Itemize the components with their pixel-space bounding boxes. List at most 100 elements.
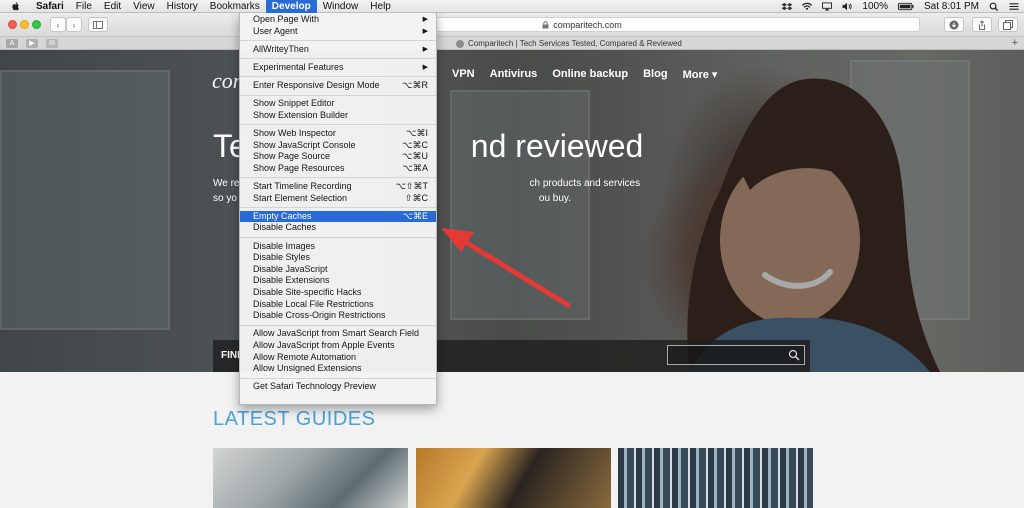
- site-nav: VPN Antivirus Online backup Blog More ▾: [452, 68, 732, 81]
- menu-item-allow-remote-automation[interactable]: Allow Remote Automation: [240, 352, 436, 364]
- menu-item-label: Disable Site-specific Hacks: [253, 287, 362, 298]
- menu-bookmarks[interactable]: Bookmarks: [204, 0, 266, 13]
- menu-item-allwriteythen[interactable]: AllWriteyThen ▶: [240, 44, 436, 56]
- sidebar-toggle-button[interactable]: [88, 17, 108, 32]
- menu-separator: [240, 377, 436, 379]
- menu-help[interactable]: Help: [364, 0, 397, 13]
- battery-icon[interactable]: [897, 2, 915, 11]
- menu-shortcut: ⇧⌘C: [404, 192, 428, 203]
- menu-separator: [240, 94, 436, 96]
- nav-online-backup[interactable]: Online backup: [552, 68, 628, 81]
- subtext-1-left: We re: [213, 178, 240, 189]
- tab-bar: A ▶ ✉ Comparitech | Tech Services Tested…: [0, 37, 1024, 50]
- menu-item-disable-javascript[interactable]: Disable JavaScript: [240, 264, 436, 276]
- menu-file[interactable]: File: [70, 0, 98, 13]
- menu-item-show-web-inspector[interactable]: Show Web Inspector ⌥⌘I: [240, 128, 436, 140]
- menu-item-get-safari-technology-preview[interactable]: Get Safari Technology Preview: [240, 381, 436, 393]
- menu-separator: [240, 39, 436, 41]
- menu-item-show-snippet-editor[interactable]: Show Snippet Editor: [240, 98, 436, 110]
- zoom-window-button[interactable]: [32, 20, 41, 29]
- site-search-input[interactable]: [667, 345, 805, 365]
- airplay-icon[interactable]: [821, 1, 833, 11]
- spotlight-search-icon[interactable]: [988, 2, 1000, 11]
- menu-item-label: Show Snippet Editor: [253, 98, 335, 109]
- menu-item-experimental-features[interactable]: Experimental Features ▶: [240, 62, 436, 74]
- menu-separator: [240, 124, 436, 126]
- menu-item-label: AllWriteyThen: [253, 43, 309, 54]
- menu-edit[interactable]: Edit: [98, 0, 127, 13]
- menu-shortcut: ⌥⇧⌘T: [395, 181, 428, 192]
- volume-icon[interactable]: [841, 2, 853, 11]
- menu-shortcut: ⌥⌘I: [406, 128, 428, 139]
- share-button[interactable]: [972, 17, 992, 32]
- active-tab[interactable]: Comparitech | Tech Services Tested, Comp…: [456, 37, 682, 50]
- guide-thumbnail[interactable]: [416, 448, 611, 508]
- menu-item-label: Disable Caches: [253, 222, 317, 233]
- headline-right: nd reviewed: [470, 128, 644, 164]
- menu-item-allow-javascript-from-smart-search-field[interactable]: Allow JavaScript from Smart Search Field: [240, 328, 436, 340]
- apple-logo-icon[interactable]: [10, 1, 22, 12]
- chevron-right-icon: ›: [72, 19, 76, 30]
- menu-clock[interactable]: Sat 8:01 PM: [919, 1, 984, 12]
- menu-item-disable-site-specific-hacks[interactable]: Disable Site-specific Hacks: [240, 287, 436, 299]
- menu-item-show-page-resources[interactable]: Show Page Resources ⌥⌘A: [240, 163, 436, 175]
- nav-antivirus[interactable]: Antivirus: [490, 68, 538, 81]
- menu-item-label: User Agent: [253, 25, 298, 36]
- menu-item-user-agent[interactable]: User Agent ▶: [240, 26, 436, 38]
- menu-item-empty-caches[interactable]: Empty Caches ⌥⌘E: [240, 210, 436, 223]
- sidebar-icon: [93, 20, 103, 29]
- menu-item-label: Enter Responsive Design Mode: [253, 80, 380, 91]
- menu-item-show-page-source[interactable]: Show Page Source ⌥⌘U: [240, 151, 436, 163]
- nav-vpn[interactable]: VPN: [452, 68, 475, 81]
- new-tab-button[interactable]: +: [1012, 37, 1018, 50]
- notification-center-icon[interactable]: [1008, 2, 1020, 11]
- menu-safari[interactable]: Safari: [30, 0, 70, 13]
- back-button[interactable]: ‹: [50, 17, 66, 32]
- menu-item-disable-caches[interactable]: Disable Caches: [240, 222, 436, 234]
- menu-item-disable-styles[interactable]: Disable Styles: [240, 252, 436, 264]
- menu-history[interactable]: History: [161, 0, 204, 13]
- search-icon[interactable]: [788, 349, 800, 361]
- menu-item-disable-extensions[interactable]: Disable Extensions: [240, 275, 436, 287]
- menu-item-show-javascript-console[interactable]: Show JavaScript Console ⌥⌘C: [240, 140, 436, 152]
- submenu-arrow-icon: ▶: [422, 27, 428, 35]
- menu-item-label: Show JavaScript Console: [253, 139, 356, 150]
- wifi-icon[interactable]: [801, 2, 813, 11]
- favorite-mail-icon[interactable]: ✉: [46, 39, 58, 48]
- menu-item-disable-images[interactable]: Disable Images: [240, 241, 436, 253]
- menu-item-allow-unsigned-extensions[interactable]: Allow Unsigned Extensions: [240, 363, 436, 375]
- menu-item-label: Disable Styles: [253, 252, 311, 263]
- lock-icon: [542, 20, 549, 28]
- menu-item-disable-local-file-restrictions[interactable]: Disable Local File Restrictions: [240, 299, 436, 311]
- favorite-a-icon[interactable]: A: [6, 39, 18, 48]
- nav-more[interactable]: More ▾: [683, 68, 718, 81]
- close-window-button[interactable]: [8, 20, 17, 29]
- download-icon: [949, 20, 959, 29]
- menu-item-open-page-with[interactable]: Open Page With ▶: [240, 14, 436, 26]
- menu-item-start-timeline-recording[interactable]: Start Timeline Recording ⌥⇧⌘T: [240, 181, 436, 193]
- menu-item-show-extension-builder[interactable]: Show Extension Builder: [240, 110, 436, 122]
- address-url: comparitech.com: [553, 19, 622, 30]
- menu-item-allow-javascript-from-apple-events[interactable]: Allow JavaScript from Apple Events: [240, 340, 436, 352]
- favorite-youtube-icon[interactable]: ▶: [26, 39, 38, 48]
- menu-item-label: Allow JavaScript from Smart Search Field: [253, 328, 420, 339]
- menu-item-label: Disable Local File Restrictions: [253, 298, 374, 309]
- menu-item-label: Show Page Resources: [253, 162, 345, 173]
- forward-button[interactable]: ›: [66, 17, 82, 32]
- dropbox-icon[interactable]: [781, 2, 793, 11]
- downloads-button[interactable]: [944, 17, 964, 32]
- nav-blog[interactable]: Blog: [643, 68, 667, 81]
- browser-toolbar: ‹ › comparitech.com: [0, 13, 1024, 37]
- submenu-arrow-icon: ▶: [422, 16, 428, 23]
- menu-develop[interactable]: Develop: [265, 0, 317, 13]
- tabs-overview-button[interactable]: [998, 17, 1018, 32]
- guide-thumbnail[interactable]: [213, 448, 408, 508]
- guide-thumbnail[interactable]: [618, 448, 813, 508]
- menu-item-start-element-selection[interactable]: Start Element Selection ⇧⌘C: [240, 193, 436, 205]
- menu-item-enter-responsive-design-mode[interactable]: Enter Responsive Design Mode ⌥⌘R: [240, 80, 436, 92]
- menu-separator: [240, 207, 436, 209]
- menu-window[interactable]: Window: [317, 0, 365, 13]
- minimize-window-button[interactable]: [20, 20, 29, 29]
- menu-view[interactable]: View: [127, 0, 161, 13]
- menu-item-disable-cross-origin-restrictions[interactable]: Disable Cross-Origin Restrictions: [240, 310, 436, 322]
